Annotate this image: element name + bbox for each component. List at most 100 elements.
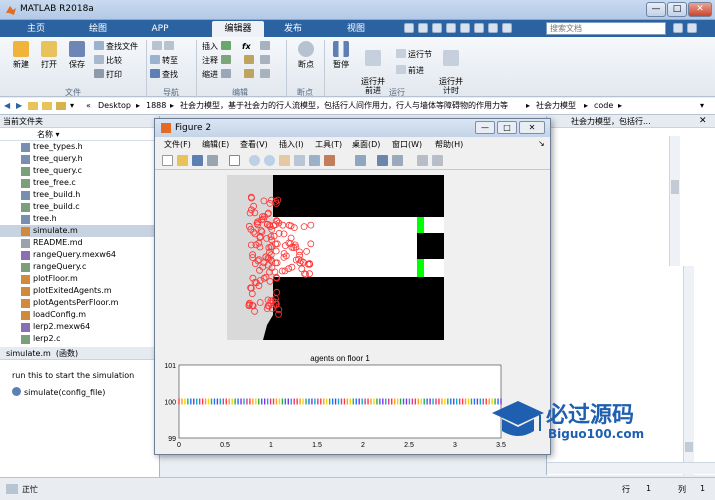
figure-title-bar[interactable]: Figure 2 — □ ✕: [155, 119, 550, 137]
scroll-thumb[interactable]: [671, 180, 679, 194]
smart-indent-icon[interactable]: [244, 69, 256, 81]
indent-button[interactable]: 缩进: [202, 69, 233, 81]
file-row[interactable]: tree.h: [0, 213, 155, 225]
file-row[interactable]: plotExitedAgents.m: [0, 285, 155, 297]
quick-save-icon[interactable]: [404, 23, 414, 33]
tab-editor[interactable]: 编辑器: [212, 21, 264, 37]
pause-button[interactable]: 暂停: [328, 41, 354, 70]
horizontal-scrollbar[interactable]: [547, 462, 715, 474]
zoom-in-icon[interactable]: [249, 155, 260, 166]
file-row[interactable]: README.md: [0, 237, 155, 249]
brush-icon[interactable]: [324, 155, 335, 166]
file-row[interactable]: tree_query.c: [0, 165, 155, 177]
back-icon[interactable]: ◀: [4, 98, 10, 114]
menu-edit[interactable]: 编辑(E): [202, 139, 229, 150]
switch-windows-icon[interactable]: [488, 23, 498, 33]
browse-folder-icon[interactable]: [56, 102, 66, 110]
scroll-thumb[interactable]: [685, 442, 693, 452]
menu-insert[interactable]: 插入(I): [279, 139, 304, 150]
run-section-button[interactable]: 运行节: [396, 49, 432, 61]
save-figure-icon[interactable]: [192, 155, 203, 166]
search-input[interactable]: 搜索文档: [546, 22, 666, 35]
file-row[interactable]: rangeQuery.c: [0, 261, 155, 273]
editor-scrollbar[interactable]: [669, 136, 680, 266]
editor-tab-bar[interactable]: 社会力模型，包括行...: [547, 116, 715, 128]
close-button[interactable]: ✕: [688, 2, 712, 17]
advance-button[interactable]: 前进: [396, 65, 424, 77]
goto-button[interactable]: 转至: [150, 55, 178, 67]
menu-window[interactable]: 窗口(W): [392, 139, 422, 150]
quick-copy-icon[interactable]: [432, 23, 442, 33]
breadcrumb-project[interactable]: 社会力模型，基于社会力的行人流模型，包括行人间作用力，行人与墙体等障碍物的作用力…: [180, 98, 508, 114]
file-row[interactable]: lerp2.mexw64: [0, 321, 155, 333]
figure-minimize-button[interactable]: —: [475, 121, 495, 134]
open-button[interactable]: 打开: [36, 41, 62, 70]
rotate-3d-icon[interactable]: [294, 155, 305, 166]
file-row[interactable]: lerp2.c: [0, 333, 155, 345]
file-row[interactable]: plotFloor.m: [0, 273, 155, 285]
breadcrumb-code[interactable]: code: [594, 98, 613, 114]
file-row[interactable]: plotAgentsPerFloor.m: [0, 297, 155, 309]
fx-button[interactable]: fx: [242, 41, 251, 53]
search-dropdown-icon[interactable]: [673, 23, 683, 33]
redo-icon[interactable]: [474, 23, 484, 33]
file-row[interactable]: tree_build.c: [0, 201, 155, 213]
breadcrumb-desktop[interactable]: Desktop: [98, 98, 131, 114]
outdent-icon[interactable]: [260, 69, 272, 81]
file-row[interactable]: tree_types.h: [0, 141, 155, 153]
menu-file[interactable]: 文件(F): [164, 139, 191, 150]
new-button[interactable]: 新建: [8, 41, 34, 70]
tab-plots[interactable]: 绘图: [72, 21, 124, 37]
forward-icon[interactable]: ▶: [16, 98, 22, 114]
breadcrumb-model[interactable]: 社会力模型: [536, 98, 576, 114]
close-editor-icon[interactable]: ✕: [699, 116, 707, 126]
colorbar-icon[interactable]: [377, 155, 388, 166]
menu-desktop[interactable]: 桌面(D): [352, 139, 380, 150]
file-row[interactable]: tree_query.h: [0, 153, 155, 165]
compare-button[interactable]: 比较: [94, 55, 122, 67]
menu-tools[interactable]: 工具(T): [315, 139, 342, 150]
file-row[interactable]: simulate.m: [0, 225, 155, 237]
command-scrollbar[interactable]: [683, 266, 694, 475]
quick-cut-icon[interactable]: [418, 23, 428, 33]
find-button[interactable]: 查找: [150, 69, 178, 81]
tab-publish[interactable]: 发布: [268, 21, 318, 37]
new-figure-icon[interactable]: [162, 155, 173, 166]
tab-apps[interactable]: APP: [138, 21, 182, 37]
breadcrumb-overflow[interactable]: «: [86, 98, 91, 114]
data-cursor-icon[interactable]: [309, 155, 320, 166]
back-forward-buttons[interactable]: [152, 41, 176, 53]
insert-section-icon[interactable]: [260, 41, 272, 53]
menu-help[interactable]: 帮助(H): [435, 139, 463, 150]
address-dropdown-icon[interactable]: ▾: [700, 98, 704, 114]
help-icon[interactable]: [502, 23, 512, 33]
wrap-comments-icon[interactable]: [244, 55, 256, 67]
link-plot-icon[interactable]: [355, 155, 366, 166]
minimize-button[interactable]: —: [646, 2, 666, 17]
tab-view[interactable]: 视图: [334, 21, 378, 37]
menu-view[interactable]: 查看(V): [240, 139, 268, 150]
show-plot-tools-icon[interactable]: [432, 155, 443, 166]
uncomment-icon[interactable]: [260, 55, 272, 67]
help-icon[interactable]: [687, 23, 697, 33]
save-button[interactable]: 保存: [64, 41, 90, 70]
folder-dropdown-icon[interactable]: ▾: [70, 98, 74, 114]
hide-plot-tools-icon[interactable]: [417, 155, 428, 166]
maximize-button[interactable]: □: [667, 2, 687, 17]
figure-maximize-button[interactable]: □: [497, 121, 517, 134]
edit-plot-icon[interactable]: [229, 155, 240, 166]
legend-icon[interactable]: [392, 155, 403, 166]
folder-icon[interactable]: [28, 102, 38, 110]
folder-up-icon[interactable]: [42, 102, 52, 110]
quick-paste-icon[interactable]: [446, 23, 456, 33]
open-file-icon[interactable]: [177, 155, 188, 166]
file-row[interactable]: loadConfig.m: [0, 309, 155, 321]
name-column-header[interactable]: 名称 ▾: [0, 128, 159, 141]
undo-icon[interactable]: [460, 23, 470, 33]
comment-button[interactable]: 注释: [202, 55, 233, 67]
print-figure-icon[interactable]: [207, 155, 218, 166]
insert-button[interactable]: 插入: [202, 41, 233, 53]
function-signature[interactable]: simulate(config_file): [12, 387, 105, 397]
tab-home[interactable]: 主页: [14, 21, 58, 37]
pan-icon[interactable]: [279, 155, 290, 166]
